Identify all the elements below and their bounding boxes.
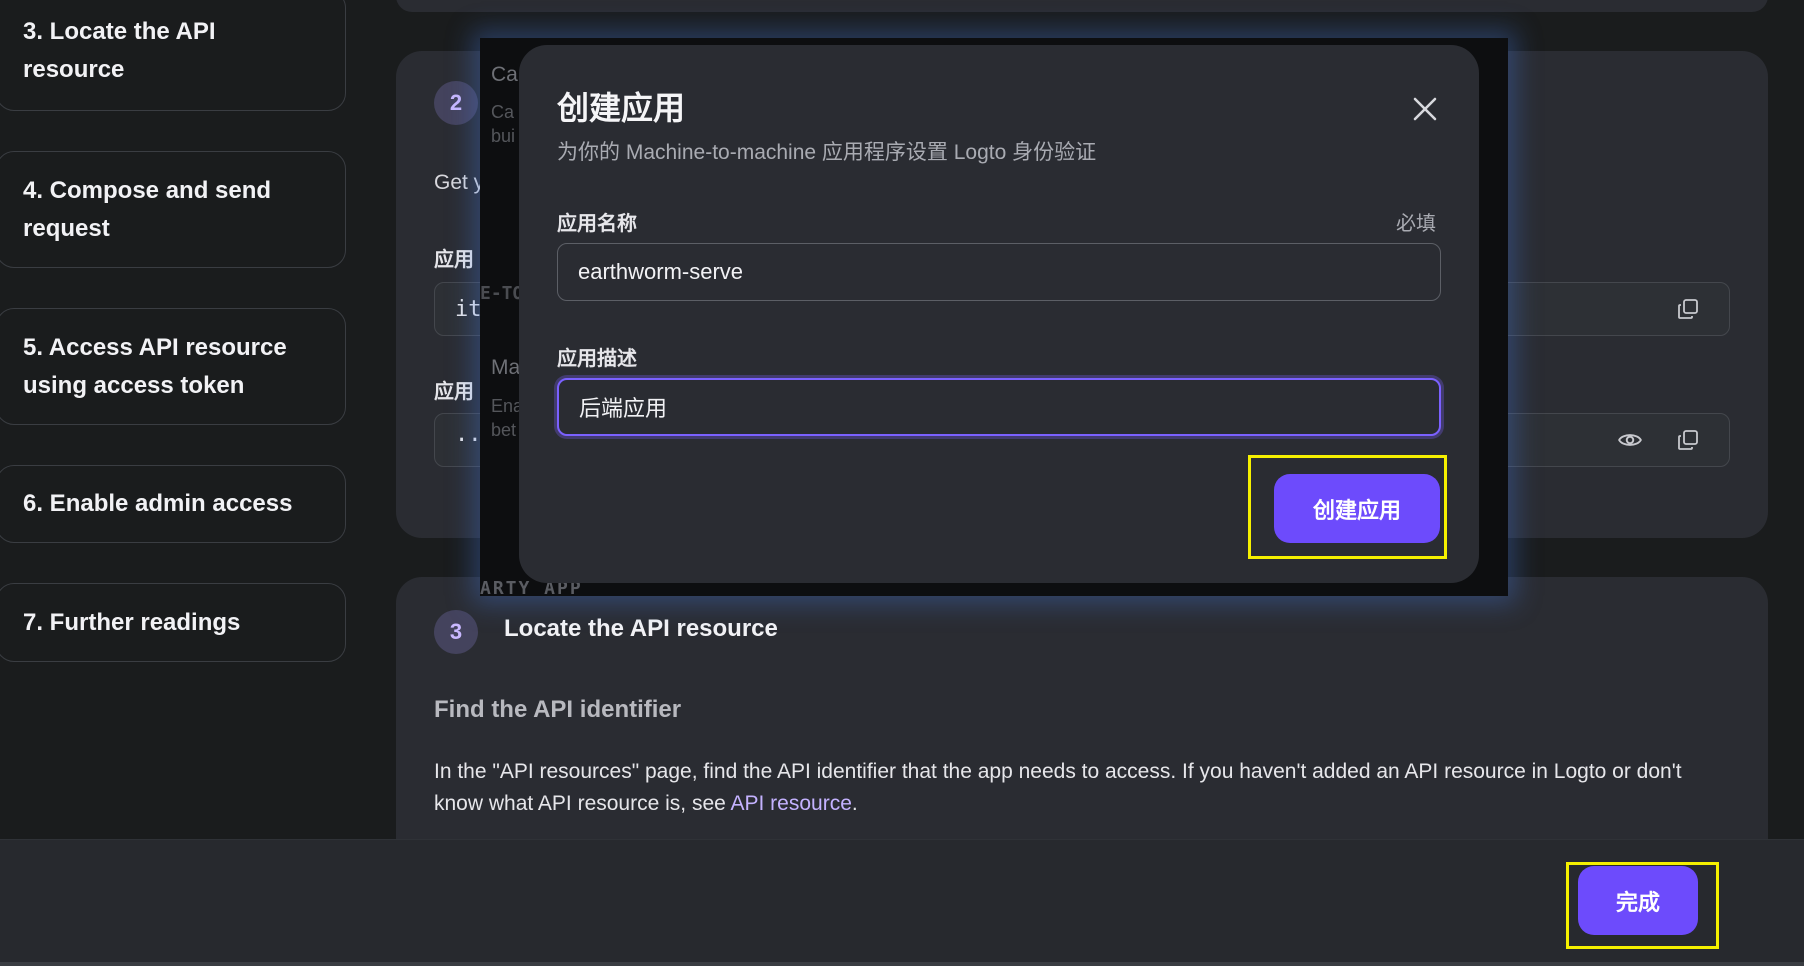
section-paragraph: In the "API resources" page, find the AP… — [434, 756, 1734, 820]
preview-title-fragment: Ca — [491, 63, 518, 86]
create-app-button[interactable]: 创建应用 — [1274, 474, 1440, 543]
close-icon[interactable] — [1403, 87, 1447, 131]
preview-code-fragment: E-TO — [480, 283, 524, 304]
copy-icon[interactable] — [1673, 425, 1703, 455]
card-step-1-bottom — [396, 0, 1768, 12]
preview-title-fragment: Ma — [491, 356, 521, 379]
footer-bar: 完成 — [0, 839, 1804, 966]
eye-icon[interactable] — [1615, 425, 1645, 455]
sidebar-step-6[interactable]: 6. Enable admin access — [0, 465, 346, 543]
app-name-input[interactable] — [557, 243, 1441, 301]
done-button[interactable]: 完成 — [1578, 866, 1698, 935]
app-secret-value: ·· — [455, 427, 482, 453]
sidebar-step-label: 7. Further readings — [23, 608, 241, 636]
sidebar-step-5[interactable]: 5. Access API resource using access toke… — [0, 308, 346, 425]
modal-title: 创建应用 — [557, 90, 686, 126]
copy-icon[interactable] — [1673, 294, 1703, 324]
preview-desc-fragment: bet — [491, 420, 517, 440]
api-resource-link[interactable]: API resource — [730, 792, 851, 815]
sidebar-step-label: 4. Compose and send request — [23, 176, 272, 242]
app-id-label: 应用 — [434, 249, 474, 271]
sidebar-step-4[interactable]: 4. Compose and send request — [0, 151, 346, 268]
paragraph-text: In the "API resources" page, find the AP… — [434, 760, 1682, 815]
required-label: 必填 — [1396, 213, 1436, 235]
app-description-label: 应用描述 — [557, 348, 637, 370]
step-title: Locate the API resource — [504, 615, 778, 642]
sidebar-step-label: 3. Locate the API resource — [23, 17, 216, 83]
sidebar-step-label: 6. Enable admin access — [23, 490, 293, 517]
app-id-value: it — [455, 296, 482, 322]
paragraph-text-end: . — [851, 792, 858, 815]
app-description-input[interactable] — [557, 378, 1441, 436]
app-name-label: 应用名称 — [557, 213, 637, 235]
create-app-modal: 创建应用 为你的 Machine-to-machine 应用程序设置 Logto… — [519, 45, 1479, 583]
sidebar-step-label: 5. Access API resource using access toke… — [23, 333, 287, 399]
card-step-3: 3 Locate the API resource Find the API i… — [396, 577, 1768, 877]
sidebar-step-7[interactable]: 7. Further readings — [0, 583, 346, 662]
preview-desc-fragment: bui — [491, 126, 516, 146]
step-number-badge: 2 — [434, 81, 478, 125]
app-secret-label: 应用 — [434, 381, 474, 403]
step-description: Get y — [434, 171, 485, 194]
step-number-badge: 3 — [434, 610, 478, 654]
sidebar-step-3[interactable]: 3. Locate the API resource — [0, 0, 346, 111]
modal-subtitle: 为你的 Machine-to-machine 应用程序设置 Logto 身份验证 — [557, 141, 1097, 164]
footer-divider — [0, 962, 1804, 966]
preview-desc-fragment: Ca — [491, 102, 515, 122]
section-subtitle: Find the API identifier — [434, 696, 682, 723]
